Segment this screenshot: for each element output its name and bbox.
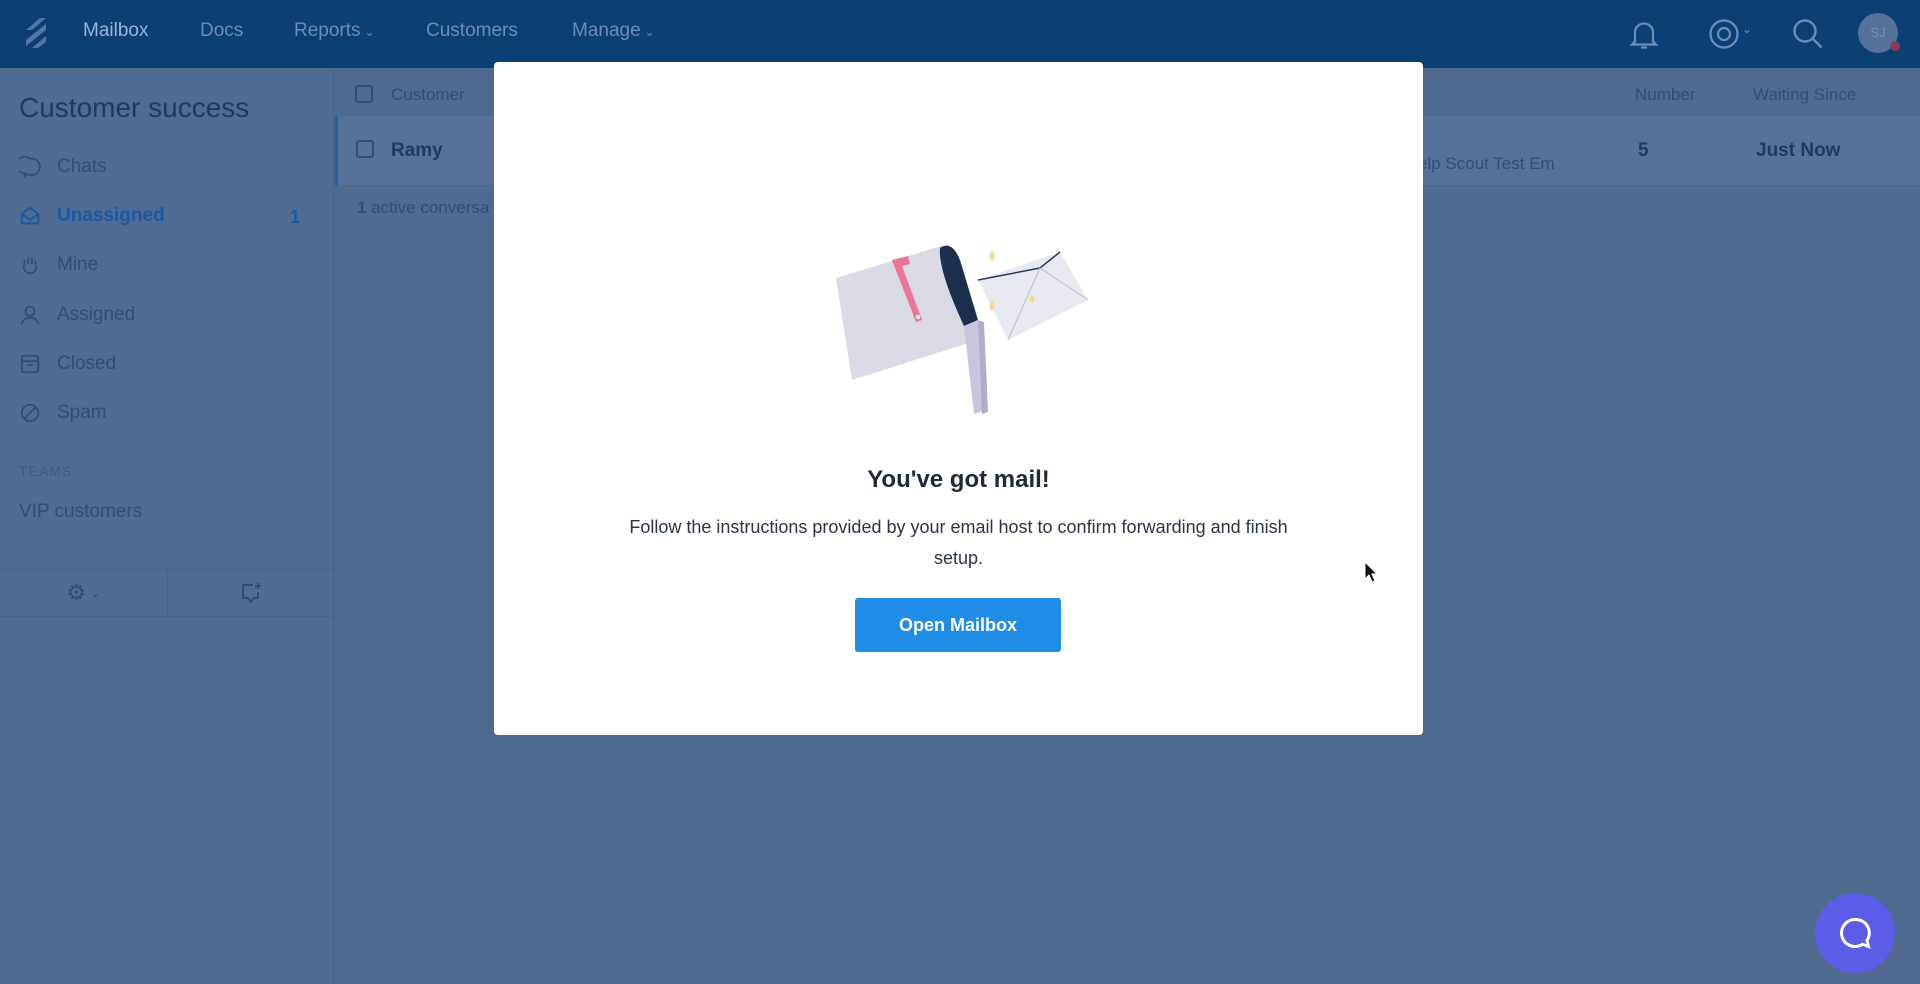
sidebar-item-label: Assigned [57, 304, 136, 325]
nav-docs[interactable]: Docs [200, 20, 243, 42]
lifesaver-icon[interactable] [1706, 16, 1742, 52]
avatar-initials: SJ [1870, 25, 1886, 40]
sidebar-item-spam[interactable]: Spam [19, 402, 107, 424]
nav-mailbox[interactable]: Mailbox [83, 20, 148, 42]
inbox-icon [20, 206, 40, 225]
waiting-since: Just Now [1756, 140, 1841, 161]
nav-manage[interactable]: Manage ⌄ [572, 20, 655, 42]
row-checkbox[interactable] [356, 140, 374, 158]
select-all-checkbox[interactable] [355, 85, 373, 103]
mailbox-title: Customer success [19, 92, 250, 123]
active-label: active conversa [366, 198, 490, 217]
nav-reports[interactable]: Reports ⌄ [294, 20, 375, 42]
modal-description: Follow the instructions provided by your… [629, 517, 1288, 568]
conversation-subject: elp Scout Test Em [1418, 154, 1555, 173]
chat-icon [19, 156, 41, 178]
nav-manage-label: Manage [572, 20, 641, 41]
gear-icon: ⚙ [66, 580, 87, 605]
sidebar-item-label: Spam [57, 402, 107, 423]
settings-button[interactable]: ⚙ ⌄ [0, 570, 168, 616]
sidebar-item-label: Closed [57, 353, 117, 374]
mailbox-illustration-icon [836, 244, 1088, 414]
chevron-down-icon: ⌄ [644, 25, 655, 39]
chevron-down-icon: ⌄ [364, 25, 375, 39]
help-beacon-button[interactable] [1815, 893, 1895, 973]
bell-icon[interactable] [1626, 16, 1662, 52]
open-mailbox-button[interactable]: Open Mailbox [855, 598, 1061, 652]
sidebar-item-chats[interactable]: Chats [19, 156, 107, 178]
status-dot [1890, 41, 1900, 51]
nav-customers[interactable]: Customers [426, 20, 518, 42]
sidebar-item-label: Unassigned [57, 205, 165, 226]
chevron-down-icon: ⌄ [90, 586, 101, 600]
sidebar-item-closed[interactable]: Closed [19, 353, 116, 375]
column-customer[interactable]: Customer [391, 85, 465, 105]
mouse-cursor-icon [1364, 561, 1379, 583]
nav-reports-label: Reports [294, 20, 361, 41]
person-icon [20, 305, 40, 325]
chevron-down-icon[interactable]: ⌄ [1742, 22, 1752, 36]
column-number[interactable]: Number [1635, 85, 1695, 105]
new-conversation-button[interactable] [168, 570, 335, 616]
search-icon[interactable] [1790, 16, 1826, 52]
customer-name: Ramy [391, 140, 443, 161]
sidebar-item-unassigned[interactable]: Unassigned [19, 205, 165, 227]
unassigned-count: 1 [290, 207, 301, 227]
hand-icon [22, 257, 38, 275]
youve-got-mail-modal: You've got mail! Follow the instructions… [494, 62, 1423, 735]
sidebar-footer: ⚙ ⌄ [0, 569, 334, 617]
modal-title: You've got mail! [867, 466, 1050, 493]
chat-bubble-icon [1840, 918, 1871, 949]
top-nav-bar: Mailbox Docs Reports ⌄ Customers Manage ⌄ … [0, 0, 1920, 68]
teams-heading: TEAMS [19, 463, 73, 479]
sidebar-item-assigned[interactable]: Assigned [19, 304, 135, 326]
logo-icon[interactable] [22, 16, 50, 50]
sidebar-item-label: Mine [57, 254, 99, 275]
conversation-number: 5 [1638, 140, 1649, 161]
sidebar-item-mine[interactable]: Mine [19, 254, 98, 276]
sidebar-item-label: Chats [57, 156, 107, 177]
active-count-text: 1 active conversa [357, 198, 489, 218]
avatar[interactable]: SJ [1858, 13, 1900, 53]
column-waiting-since[interactable]: Waiting Since [1753, 85, 1856, 105]
new-chat-icon [241, 583, 261, 604]
sidebar-item-vip-customers[interactable]: VIP customers [19, 501, 142, 523]
archive-icon [20, 354, 40, 374]
sidebar-item-label: VIP customers [19, 501, 143, 522]
ban-icon [20, 403, 40, 423]
